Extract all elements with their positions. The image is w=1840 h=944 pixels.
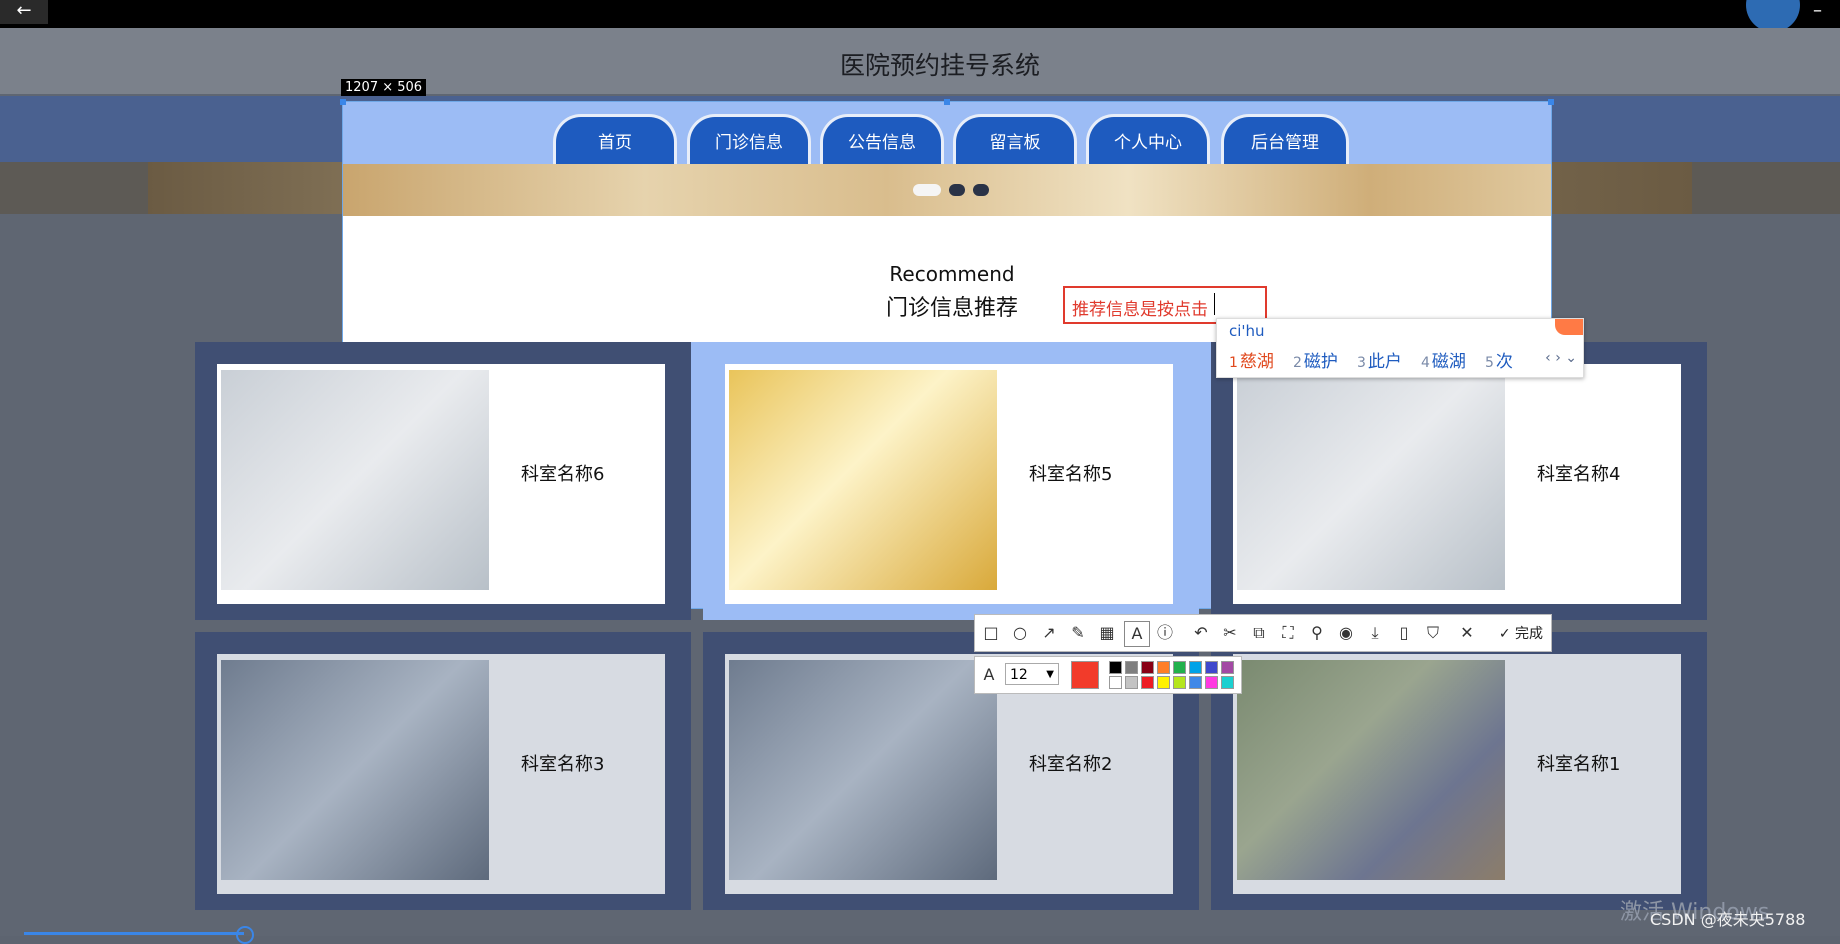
- chevron-down-icon: ▼: [1046, 669, 1054, 680]
- translate-icon[interactable]: ⧉: [1247, 621, 1271, 645]
- color-swatch[interactable]: [1205, 676, 1218, 689]
- bookmark-icon[interactable]: ⛉: [1421, 621, 1445, 645]
- resize-handle[interactable]: [1548, 99, 1554, 105]
- checkmark-icon: ✓: [1498, 626, 1515, 642]
- department-card[interactable]: 科室名称3: [195, 632, 691, 910]
- tab-message-board[interactable]: 留言板: [953, 114, 1077, 164]
- color-swatch[interactable]: [1173, 676, 1186, 689]
- text-caret: [1214, 293, 1215, 315]
- color-swatch[interactable]: [1141, 661, 1154, 674]
- font-icon: A: [983, 665, 995, 684]
- department-image: [1237, 370, 1505, 590]
- ocr-icon[interactable]: ⛶: [1276, 621, 1300, 645]
- department-name: 科室名称5: [1029, 464, 1113, 485]
- text-properties-bar: A 12 ▼: [974, 656, 1242, 694]
- ime-candidate-window[interactable]: ci'hu 1 慈湖 2 磁护 3 此户 4 磁湖 5次 ‹ › ⌄: [1216, 318, 1584, 378]
- section-title-en: Recommend: [889, 262, 1015, 286]
- text-tool-icon[interactable]: A: [1124, 621, 1150, 647]
- color-swatch[interactable]: [1141, 676, 1154, 689]
- rectangle-tool-icon[interactable]: □: [979, 621, 1003, 645]
- arrow-tool-icon[interactable]: ↗: [1037, 621, 1061, 645]
- progress-track: [24, 932, 244, 935]
- pin-icon[interactable]: ⚲: [1305, 621, 1329, 645]
- csdn-credit: CSDN @夜未央5788: [1650, 910, 1806, 929]
- color-swatch[interactable]: [1157, 676, 1170, 689]
- department-card[interactable]: 科室名称5: [703, 342, 1199, 620]
- tab-outpatient[interactable]: 门诊信息: [687, 114, 811, 164]
- long-screenshot-icon[interactable]: ▯: [1392, 621, 1416, 645]
- department-image: [221, 370, 489, 590]
- section-title: 门诊信息推荐: [885, 296, 1018, 321]
- ime-candidate[interactable]: 2 磁护: [1293, 347, 1338, 372]
- carousel-dot[interactable]: [973, 184, 989, 196]
- tab-notice[interactable]: 公告信息: [820, 114, 944, 164]
- font-size-select[interactable]: 12 ▼: [1005, 663, 1059, 685]
- scissors-icon[interactable]: ✂: [1218, 621, 1242, 645]
- color-swatch[interactable]: [1125, 661, 1138, 674]
- pen-tool-icon[interactable]: ✎: [1066, 621, 1090, 645]
- color-swatch[interactable]: [1173, 661, 1186, 674]
- resize-handle[interactable]: [340, 99, 346, 105]
- annotation-toolbar: □ ○ ↗ ✎ ▦ A ⓘ ↶ ✂ ⧉ ⛶ ⚲ ◉ ⤓ ▯ ⛉ ✕ ✓ 完成: [974, 614, 1552, 652]
- minimize-button[interactable]: –: [1813, 0, 1822, 21]
- tab-profile[interactable]: 个人中心: [1086, 114, 1210, 164]
- department-name: 科室名称1: [1537, 754, 1621, 775]
- back-arrow-icon[interactable]: ←: [0, 0, 48, 24]
- ime-logo-icon: [1555, 319, 1583, 335]
- banner-carousel: [343, 164, 1551, 216]
- ime-candidate[interactable]: 3 此户: [1357, 347, 1402, 372]
- download-icon[interactable]: ⤓: [1363, 621, 1387, 645]
- record-icon[interactable]: ◉: [1334, 621, 1358, 645]
- carousel-dot[interactable]: [949, 184, 965, 196]
- ime-candidate[interactable]: 4 磁湖: [1421, 347, 1466, 372]
- window-titlebar: [0, 0, 1840, 28]
- undo-icon[interactable]: ↶: [1189, 621, 1213, 645]
- ime-candidate[interactable]: 1 慈湖: [1229, 347, 1274, 372]
- ime-candidate[interactable]: 5次: [1485, 347, 1513, 372]
- department-image: [1237, 660, 1505, 880]
- color-swatch[interactable]: [1157, 661, 1170, 674]
- ime-pinyin: ci'hu: [1229, 322, 1265, 340]
- color-swatch[interactable]: [1189, 661, 1202, 674]
- selection-size-label: 1207 × 506: [341, 79, 427, 96]
- department-image: [729, 660, 997, 880]
- department-card[interactable]: 科室名称1: [1211, 632, 1707, 910]
- ime-page-arrows-icon[interactable]: ‹ › ⌄: [1545, 350, 1577, 366]
- carousel-dot[interactable]: [913, 184, 941, 196]
- current-color-swatch[interactable]: [1071, 661, 1099, 689]
- department-name: 科室名称6: [521, 464, 605, 485]
- finish-button[interactable]: ✓ 完成: [1499, 623, 1543, 643]
- progress-knob[interactable]: [236, 926, 254, 944]
- department-name: 科室名称3: [521, 754, 605, 775]
- color-swatch[interactable]: [1205, 661, 1218, 674]
- tab-home[interactable]: 首页: [553, 114, 677, 164]
- color-swatch[interactable]: [1109, 676, 1122, 689]
- nav-bar: [343, 102, 1551, 164]
- department-image: [729, 370, 997, 590]
- department-image: [221, 660, 489, 880]
- ellipse-tool-icon[interactable]: ○: [1008, 621, 1032, 645]
- color-swatch[interactable]: [1221, 676, 1234, 689]
- site-header: 医院预约挂号系统: [0, 28, 1840, 94]
- department-card[interactable]: 科室名称6: [195, 342, 691, 620]
- department-name: 科室名称2: [1029, 754, 1113, 775]
- color-swatch[interactable]: [1221, 661, 1234, 674]
- number-marker-icon[interactable]: ⓘ: [1153, 621, 1177, 645]
- department-name: 科室名称4: [1537, 464, 1621, 485]
- department-card[interactable]: 科室名称4: [1211, 342, 1707, 620]
- tab-admin[interactable]: 后台管理: [1221, 114, 1349, 164]
- resize-handle[interactable]: [944, 99, 950, 105]
- color-swatch[interactable]: [1125, 676, 1138, 689]
- close-icon[interactable]: ✕: [1455, 621, 1479, 645]
- color-swatch[interactable]: [1189, 676, 1202, 689]
- site-title: 医院预约挂号系统: [839, 51, 1040, 80]
- mosaic-tool-icon[interactable]: ▦: [1095, 621, 1119, 645]
- color-swatch[interactable]: [1109, 661, 1122, 674]
- text-annotation-value: 推荐信息是按点击: [1072, 300, 1208, 320]
